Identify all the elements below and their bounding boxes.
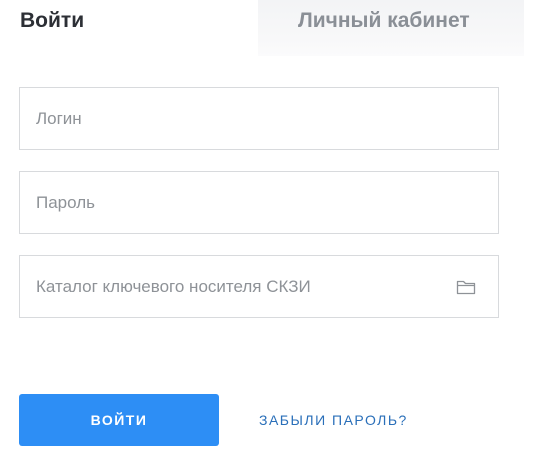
key-catalog-field[interactable] [19, 255, 499, 318]
key-catalog-input[interactable] [20, 256, 498, 317]
login-field[interactable] [19, 87, 499, 150]
password-input[interactable] [20, 172, 498, 233]
login-input[interactable] [20, 88, 498, 149]
tab-personal-cabinet[interactable]: Личный кабинет [258, 0, 524, 56]
forgot-password-link[interactable]: ЗАБЫЛИ ПАРОЛЬ? [259, 410, 408, 430]
tab-login[interactable]: Войти [0, 0, 258, 56]
password-field[interactable] [19, 171, 499, 234]
folder-icon[interactable] [456, 278, 476, 296]
login-submit-button[interactable]: ВОЙТИ [19, 394, 219, 446]
auth-tabs: Войти Личный кабинет [0, 0, 534, 56]
